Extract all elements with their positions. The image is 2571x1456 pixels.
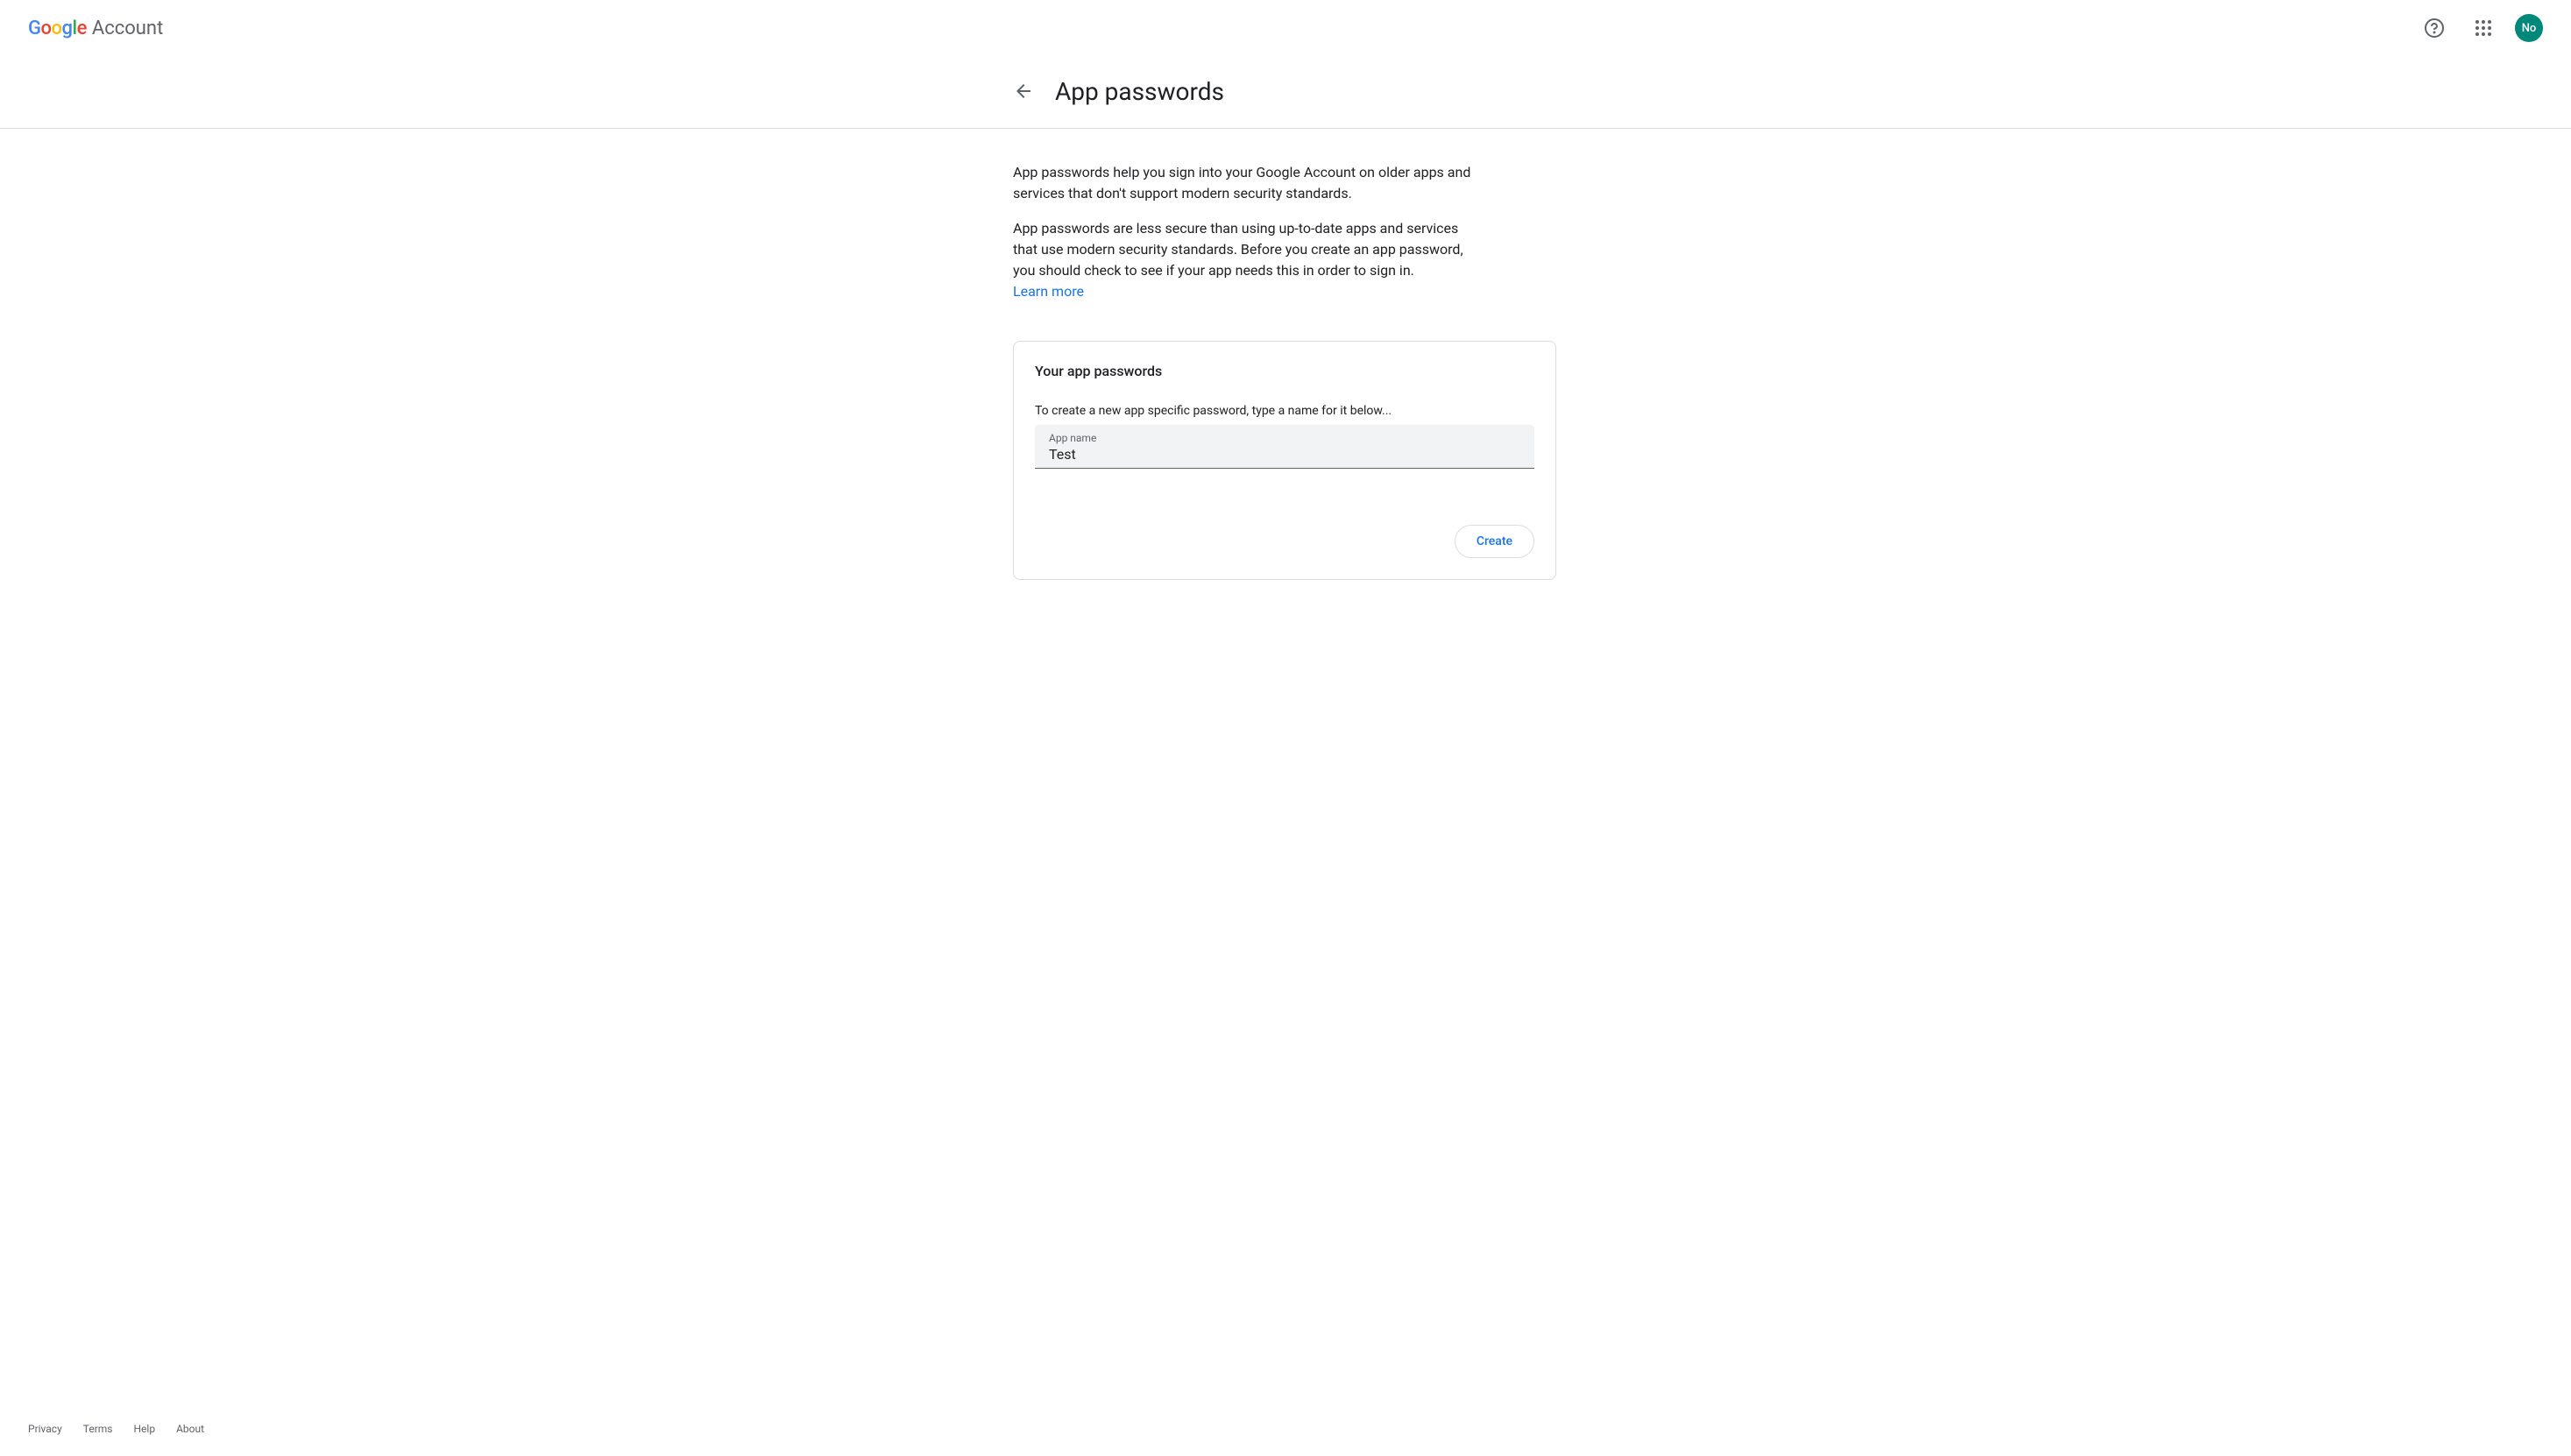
button-row: Create [1035, 525, 1534, 558]
page-title: App passwords [1055, 77, 1224, 106]
app-passwords-card: Your app passwords To create a new app s… [1013, 341, 1556, 580]
google-account-logo[interactable]: Google Account [28, 18, 163, 39]
create-button[interactable]: Create [1455, 525, 1534, 558]
account-text: Account [92, 18, 163, 39]
help-icon [2424, 18, 2445, 39]
card-subtitle: To create a new app specific password, t… [1035, 404, 1534, 418]
footer: Privacy Terms Help About [0, 1409, 2571, 1456]
apps-grid-icon [2473, 18, 2494, 39]
title-row: App passwords [0, 56, 2571, 129]
app-name-input[interactable] [1049, 444, 1520, 463]
learn-more-link[interactable]: Learn more [1013, 283, 1084, 300]
app-name-input-container[interactable]: App name [1035, 425, 1534, 469]
description-text-1: App passwords help you sign into your Go… [1013, 162, 1486, 204]
description-text-2-body: App passwords are less secure than using… [1013, 220, 1463, 279]
avatar[interactable]: No [2515, 14, 2543, 42]
arrow-back-icon [1013, 81, 1034, 102]
footer-help-link[interactable]: Help [134, 1423, 156, 1435]
card-title: Your app passwords [1035, 363, 1534, 379]
header-logo-area: Google Account [28, 18, 163, 39]
footer-about-link[interactable]: About [176, 1423, 204, 1435]
footer-terms-link[interactable]: Terms [83, 1423, 113, 1435]
app-name-label: App name [1049, 432, 1520, 444]
header-actions: No [2417, 11, 2543, 46]
header: Google Account No [0, 0, 2571, 56]
content-area: App passwords help you sign into your Go… [1013, 129, 1556, 580]
description-text-2: App passwords are less secure than using… [1013, 218, 1486, 302]
apps-button[interactable] [2466, 11, 2501, 46]
help-button[interactable] [2417, 11, 2452, 46]
google-logo: Google [28, 18, 87, 39]
footer-privacy-link[interactable]: Privacy [28, 1423, 62, 1435]
back-button[interactable] [1006, 74, 1041, 109]
